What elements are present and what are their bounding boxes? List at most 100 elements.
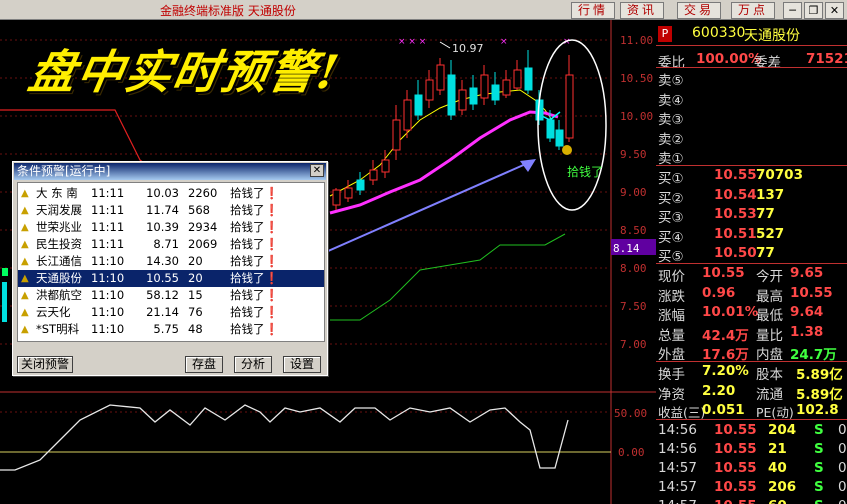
fund-value: 5.89亿 (796, 386, 843, 403)
price-tick: 8.00 (620, 262, 647, 275)
buy-level-label: 买① (658, 171, 684, 187)
alert-row[interactable]: ▲ 天通股份 11:10 10.55 20 拾钱了❗ (18, 270, 324, 287)
market-badge: P (658, 26, 672, 42)
menu-wandian-button[interactable]: 万点 (731, 2, 775, 19)
message-cell: 拾钱了❗ (230, 288, 279, 302)
volume-cell: 76 (188, 305, 203, 319)
price-cell: 21.14 (146, 305, 179, 319)
stat-value: 1.38 (790, 323, 824, 340)
price-tick: 10.50 (620, 72, 653, 85)
buy-level-label: 买④ (658, 229, 684, 246)
save-button[interactable]: 存盘 (185, 356, 223, 373)
alert-arrow-icon: ▲ (21, 324, 29, 335)
window-title: 金融终端标准版 天通股份 (160, 4, 296, 18)
tick-count: 0 (838, 479, 847, 495)
alert-row[interactable]: ▲ 世荣兆业 11:11 10.39 2934 拾钱了❗ (18, 219, 324, 236)
menu-trade-button[interactable]: 交易 (677, 2, 721, 19)
price-tick: 10.00 (620, 110, 653, 123)
stat-value: 0.96 (702, 284, 736, 301)
sell-level-label: 卖④ (658, 92, 684, 109)
tick-side: S (814, 460, 824, 476)
alert-row[interactable]: ▲ 民生投资 11:11 8.71 2069 拾钱了❗ (18, 236, 324, 253)
close-icon[interactable]: ✕ (825, 2, 844, 19)
analyze-button[interactable]: 分析 (234, 356, 272, 373)
tick-count: 0 (838, 441, 847, 457)
candle (436, 64, 445, 91)
message-cell: 拾钱了❗ (230, 203, 279, 217)
message-cell: 拾钱了❗ (230, 322, 279, 336)
buy-level-label: 买③ (658, 210, 684, 226)
menu-news-button[interactable]: 资讯 (620, 2, 664, 19)
stat-value: 9.65 (790, 265, 824, 281)
tick-volume: 60 (768, 498, 787, 504)
weibi-value: 100.00% (696, 51, 762, 67)
price-tick: 7.00 (620, 338, 647, 351)
tick-volume: 204 (768, 422, 797, 438)
restore-icon[interactable]: ❐ (804, 2, 823, 19)
volume-cell: 2260 (188, 186, 218, 200)
tick-time: 14:57 (658, 498, 697, 504)
stock-name-cell: 世荣兆业 (36, 220, 82, 234)
tick-time: 14:56 (658, 422, 697, 438)
stock-name: 天通股份 (744, 28, 800, 44)
volume-cell: 2934 (188, 220, 218, 234)
stat-value: 17.6万 (702, 347, 749, 363)
time-cell: 11:11 (91, 220, 125, 234)
buy-price: 10.54 (714, 186, 757, 203)
close-alert-button[interactable]: 关闭预警 (17, 356, 73, 373)
tick-count: 0 (838, 422, 847, 438)
stock-name-cell: 长江通信 (36, 254, 82, 268)
tick-volume: 21 (768, 441, 787, 457)
weibi-label: 委比 (658, 55, 685, 71)
time-cell: 11:11 (91, 237, 125, 251)
quote-panel: P 600330 天通股份 委比 100.00% 委差 71521 卖⑤ 卖④ 卖③… (656, 20, 847, 504)
tick-count: 0 (838, 498, 847, 504)
alert-arrow-icon: ▲ (21, 222, 29, 233)
svg-text:× × ×: × × × (398, 37, 426, 47)
price-tick: 11.00 (620, 34, 653, 47)
app-window: 金融终端标准版 天通股份 行情 资讯 交易 万点 ─ ❐ ✕ 10.97 × ×… (0, 0, 847, 504)
time-cell: 11:10 (91, 254, 125, 268)
candle (447, 74, 456, 116)
alert-row[interactable]: ▲ 洪都航空 11:10 58.12 15 拾钱了❗ (18, 287, 324, 304)
stock-name-cell: 云天化 (36, 305, 71, 319)
menu-quotes-button[interactable]: 行情 (571, 2, 615, 19)
time-cell: 11:10 (91, 305, 125, 319)
alert-row[interactable]: ▲ 大 东 南 11:11 10.03 2260 拾钱了❗ (18, 185, 324, 202)
alert-arrow-icon: ▲ (21, 290, 29, 301)
minimize-icon[interactable]: ─ (783, 2, 802, 19)
candle (458, 89, 467, 111)
tick-side: S (814, 441, 824, 457)
osc-tick-0: 0.00 (618, 446, 645, 459)
candle (491, 84, 500, 101)
sell-level-label: 卖③ (658, 112, 684, 128)
alert-list[interactable]: ▲ 大 东 南 11:11 10.03 2260 拾钱了❗ ▲ 天润发展 11:11 11.74 5… (17, 182, 325, 342)
message-cell: 拾钱了❗ (230, 254, 279, 268)
fund-label: 净资 (658, 386, 685, 403)
fund-value: 102.8 (796, 402, 839, 418)
message-cell: 拾钱了❗ (230, 220, 279, 234)
stat-value: 10.55 (790, 284, 833, 301)
alert-row[interactable]: ▲ *ST明科 11:10 5.75 48 拾钱了❗ (18, 321, 324, 338)
alert-row[interactable]: ▲ 长江通信 11:10 14.30 20 拾钱了❗ (18, 253, 324, 270)
message-cell: 拾钱了❗ (230, 237, 279, 251)
alert-row[interactable]: ▲ 天润发展 11:11 11.74 568 拾钱了❗ (18, 202, 324, 219)
dialog-title: 条件预警[运行中] (14, 163, 326, 180)
weicha-label: 委差 (754, 55, 781, 71)
price-tick: 9.00 (620, 186, 647, 199)
tick-price: 10.55 (714, 441, 757, 457)
stat-label: 外盘 (658, 347, 685, 363)
stock-code: 600330 (692, 25, 746, 41)
alert-row[interactable]: ▲ 云天化 11:10 21.14 76 拾钱了❗ (18, 304, 324, 321)
price-cell: 10.03 (146, 186, 179, 200)
volume-cell: 15 (188, 288, 203, 302)
price-axis: 11.00 10.50 10.00 9.50 9.00 8.50 8.00 7.50 7.00 (620, 34, 653, 351)
dialog-close-icon[interactable]: ✕ (310, 164, 324, 177)
stock-name-cell: 天润发展 (36, 203, 82, 217)
stock-name-cell: 大 东 南 (36, 186, 78, 200)
stat-label: 今开 (756, 269, 783, 285)
stat-label: 内盘 (756, 347, 783, 363)
settings-button[interactable]: 设置 (283, 356, 321, 373)
price-cell: 11.74 (146, 203, 179, 217)
candle (425, 79, 434, 101)
